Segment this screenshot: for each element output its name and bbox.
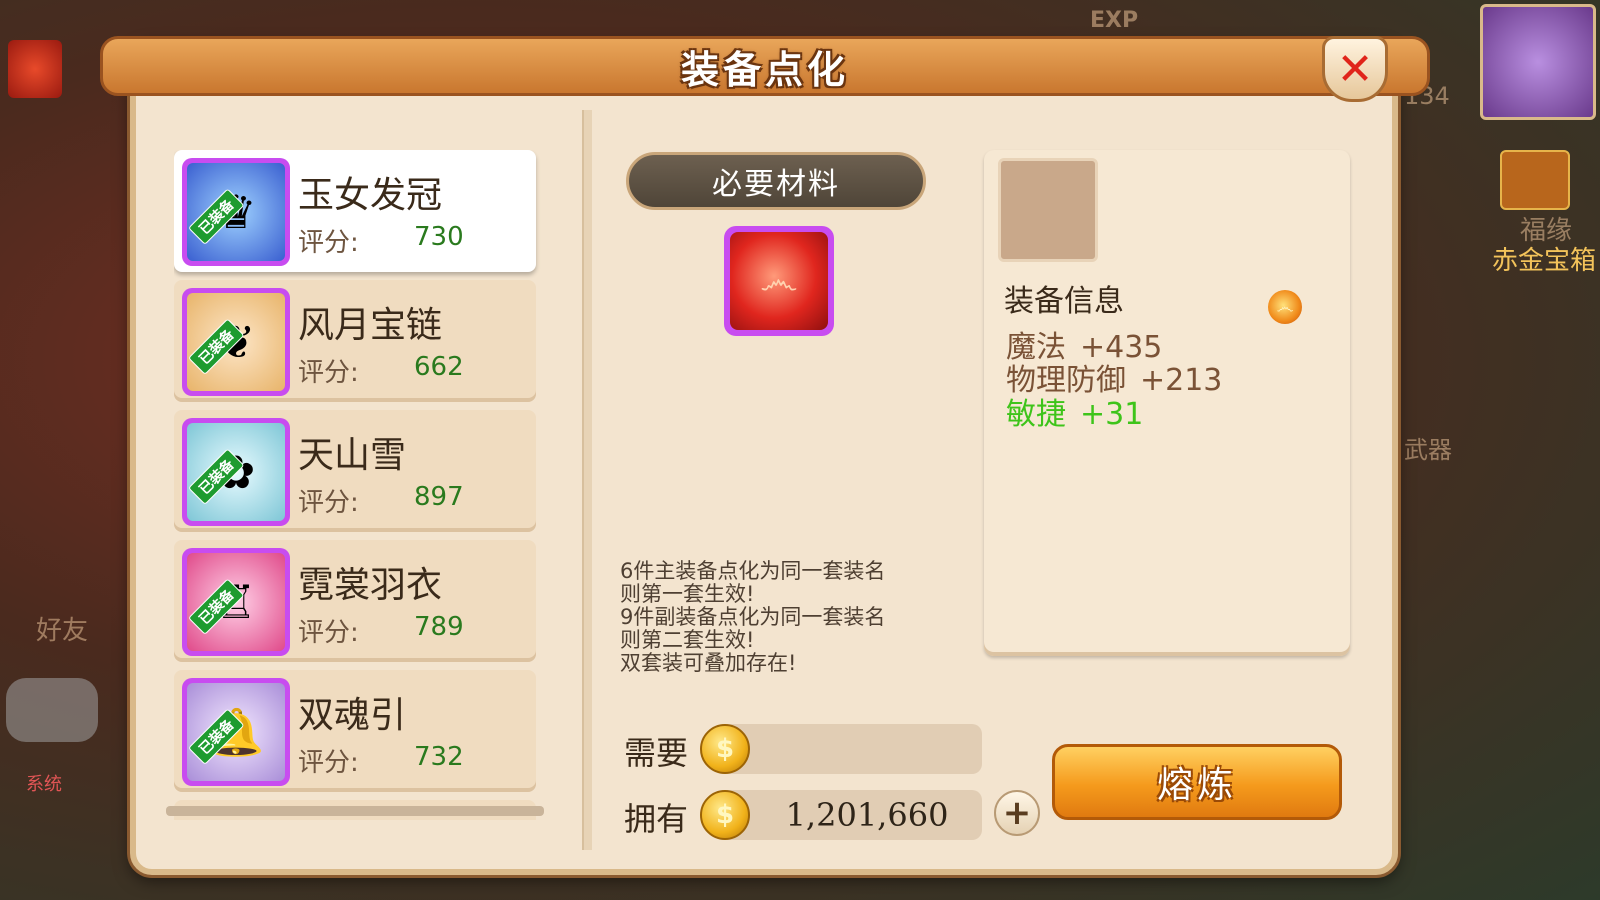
list-item[interactable]: ❦ 已装备 风月宝链 评分: 662: [174, 280, 536, 402]
materials-title: 必要材料: [626, 152, 926, 210]
need-value: [712, 724, 982, 774]
set-description: 6件主装备点化为同一套装名 则第一套生效! 9件副装备点化为同一套装名 则第二套…: [620, 560, 940, 675]
item-icon-frame: ❦ 已装备: [182, 288, 290, 396]
score-label: 评分:: [298, 228, 359, 258]
stat-value: +31: [1080, 397, 1144, 432]
dialog-title: 装备点化: [680, 47, 849, 92]
item-name: 玉女发冠: [298, 175, 443, 216]
need-label: 需要: [624, 734, 689, 772]
add-gold-button[interactable]: +: [994, 790, 1040, 836]
score-value: 732: [414, 742, 464, 772]
equipment-list[interactable]: ♛ 已装备 玉女发冠 评分: 730 ❦ 已装备 风月宝链 评分: 662 ✿ …: [174, 150, 544, 820]
chat-bubble-icon[interactable]: [6, 678, 98, 742]
orange-orb-icon: ෴: [1268, 290, 1302, 324]
god-of-wealth-icon[interactable]: [8, 40, 62, 98]
close-button[interactable]: ✕: [1322, 36, 1388, 102]
score-value: 897: [414, 482, 464, 512]
item-name: 天山雪: [298, 435, 407, 476]
have-value: 1,201,660: [712, 790, 982, 840]
exp-label: EXP: [1090, 8, 1139, 33]
item-name: 风月宝链: [298, 305, 443, 346]
top-right-avatar[interactable]: [1480, 4, 1596, 120]
item-icon-frame: 🔔 已装备: [182, 678, 290, 786]
item-icon-frame: ♛ 已装备: [182, 158, 290, 266]
panel-divider: [582, 110, 592, 850]
list-scrollbar[interactable]: [166, 806, 544, 816]
description-line: 则第二套生效!: [620, 628, 755, 652]
material-slot[interactable]: ෴: [724, 226, 834, 336]
chest-icon[interactable]: [1500, 150, 1570, 210]
item-name: 双魂引: [298, 695, 407, 736]
stat-value: +213: [1140, 363, 1223, 398]
description-line: 6件主装备点化为同一套装名: [620, 559, 886, 583]
score-value: 662: [414, 352, 464, 382]
plus-icon: +: [1002, 793, 1032, 833]
score-value: 730: [414, 222, 464, 252]
description-line: 9件副装备点化为同一套装名: [620, 605, 886, 629]
red-orb-icon: ෴: [730, 232, 828, 330]
score-value: 789: [414, 612, 464, 642]
chest-label: 赤金宝箱: [1492, 246, 1597, 276]
score-label: 评分:: [298, 488, 359, 518]
info-title: 装备信息: [1004, 284, 1124, 319]
stat-name: 敏捷: [1006, 397, 1066, 432]
stat-row: 敏捷 +31: [1006, 389, 1143, 433]
item-name: 霓裳羽衣: [298, 565, 443, 606]
smelt-button[interactable]: 熔炼: [1052, 744, 1342, 820]
gold-coin-icon: $: [700, 724, 750, 774]
score-label: 评分:: [298, 358, 359, 388]
item-icon-frame: ✿ 已装备: [182, 418, 290, 526]
preview-slot: [998, 158, 1098, 262]
friend-label[interactable]: 好友: [36, 610, 88, 647]
score-label: 评分:: [298, 748, 359, 778]
description-line: 则第一套生效!: [620, 582, 755, 606]
item-icon-frame: ♖ 已装备: [182, 548, 290, 656]
system-tag: 系统: [26, 774, 62, 795]
list-item[interactable]: 🔔 已装备 双魂引 评分: 732: [174, 670, 536, 792]
close-icon: ✕: [1336, 43, 1374, 95]
description-line: 双套装可叠加存在!: [620, 651, 797, 675]
list-item[interactable]: ♖ 已装备 霓裳羽衣 评分: 789: [174, 540, 536, 662]
weapon-label: 武器: [1404, 436, 1452, 464]
list-item[interactable]: ♛ 已装备 玉女发冠 评分: 730: [174, 150, 536, 272]
title-bar: 装备点化: [100, 36, 1430, 96]
have-label: 拥有: [624, 800, 689, 838]
list-item[interactable]: ✿ 已装备 天山雪 评分: 897: [174, 410, 536, 532]
score-label: 评分:: [298, 618, 359, 648]
gold-coin-icon: $: [700, 790, 750, 840]
